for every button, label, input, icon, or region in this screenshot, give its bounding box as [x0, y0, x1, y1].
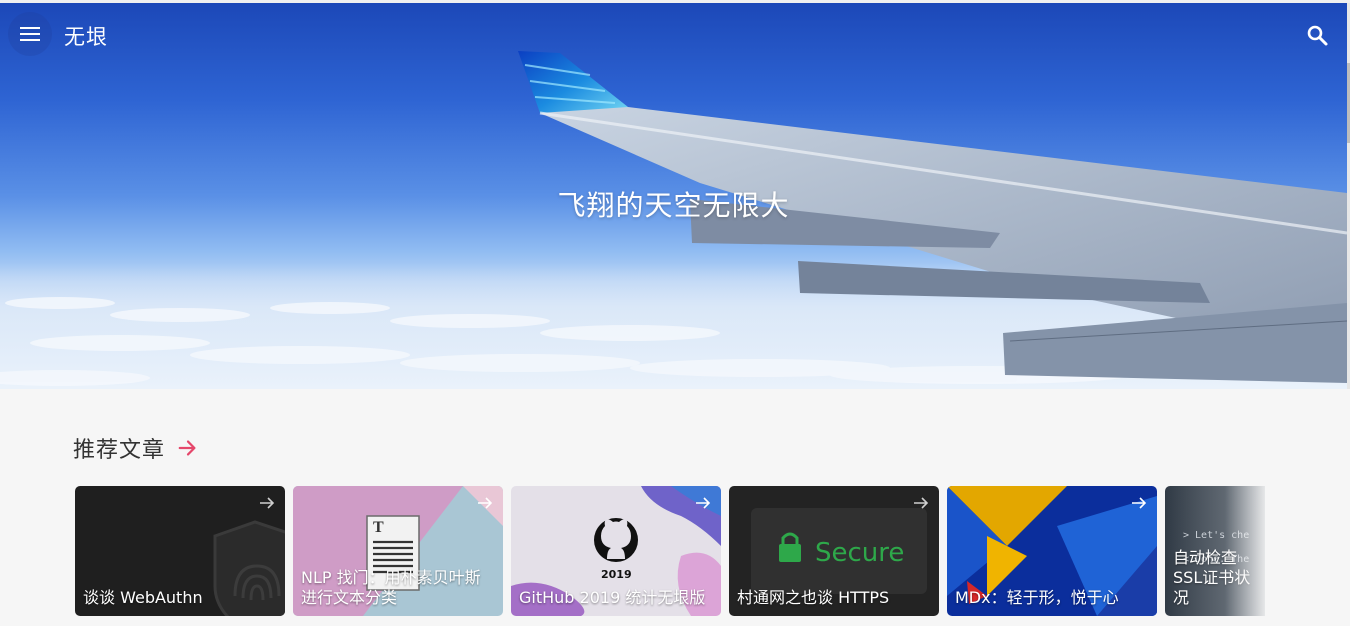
card-badge: Secure: [815, 538, 904, 568]
card-title: MDx：轻于形，悦于心: [955, 588, 1119, 607]
arrow-right-icon[interactable]: [177, 437, 199, 459]
search-icon[interactable]: [1305, 23, 1329, 47]
page: 无垠 飞翔的天空无限大 推荐文章 谈谈 WebAuthn T NLP 找门：用朴…: [0, 0, 1350, 626]
section-header: 推荐文章: [73, 432, 199, 464]
arrow-right-icon: [914, 497, 929, 509]
recommended-cards: 谈谈 WebAuthn T NLP 找门：用朴素贝叶斯进行文本分类 2019 G…: [75, 486, 1265, 616]
card-title: NLP 找门：用朴素贝叶斯进行文本分类: [301, 568, 481, 607]
card-title: GitHub 2019 统计无垠版: [519, 588, 706, 607]
hero-slogan: 飞翔的天空无限大: [557, 189, 790, 222]
card-title: 自动检查SSL证书状况: [1173, 548, 1251, 607]
menu-icon: [20, 27, 40, 41]
terminal-line: > Let's che: [1183, 530, 1249, 541]
card-title: 村通网之也谈 HTTPS: [737, 588, 890, 607]
card-badge: 2019: [601, 568, 632, 581]
card-title: 谈谈 WebAuthn: [83, 588, 203, 607]
menu-button[interactable]: [8, 12, 52, 56]
article-card-mdx[interactable]: MDx：轻于形，悦于心: [947, 486, 1157, 616]
article-card-ssl-check[interactable]: > Let's che < Done. The 自动检查SSL证书状况: [1165, 486, 1265, 616]
site-title[interactable]: 无垠: [64, 21, 108, 51]
arrow-right-icon: [478, 497, 493, 509]
article-card-https[interactable]: Secure 村通网之也谈 HTTPS: [729, 486, 939, 616]
article-card-github-2019[interactable]: 2019 GitHub 2019 统计无垠版: [511, 486, 721, 616]
article-card-webauthn[interactable]: 谈谈 WebAuthn: [75, 486, 285, 616]
arrow-right-icon: [1132, 497, 1147, 509]
section-title: 推荐文章: [73, 438, 166, 463]
app-bar: 无垠: [0, 3, 1347, 67]
arrow-right-icon: [260, 497, 275, 509]
svg-text:T: T: [373, 519, 384, 536]
arrow-right-icon: [696, 497, 711, 509]
article-card-nlp[interactable]: T NLP 找门：用朴素贝叶斯进行文本分类: [293, 486, 503, 616]
